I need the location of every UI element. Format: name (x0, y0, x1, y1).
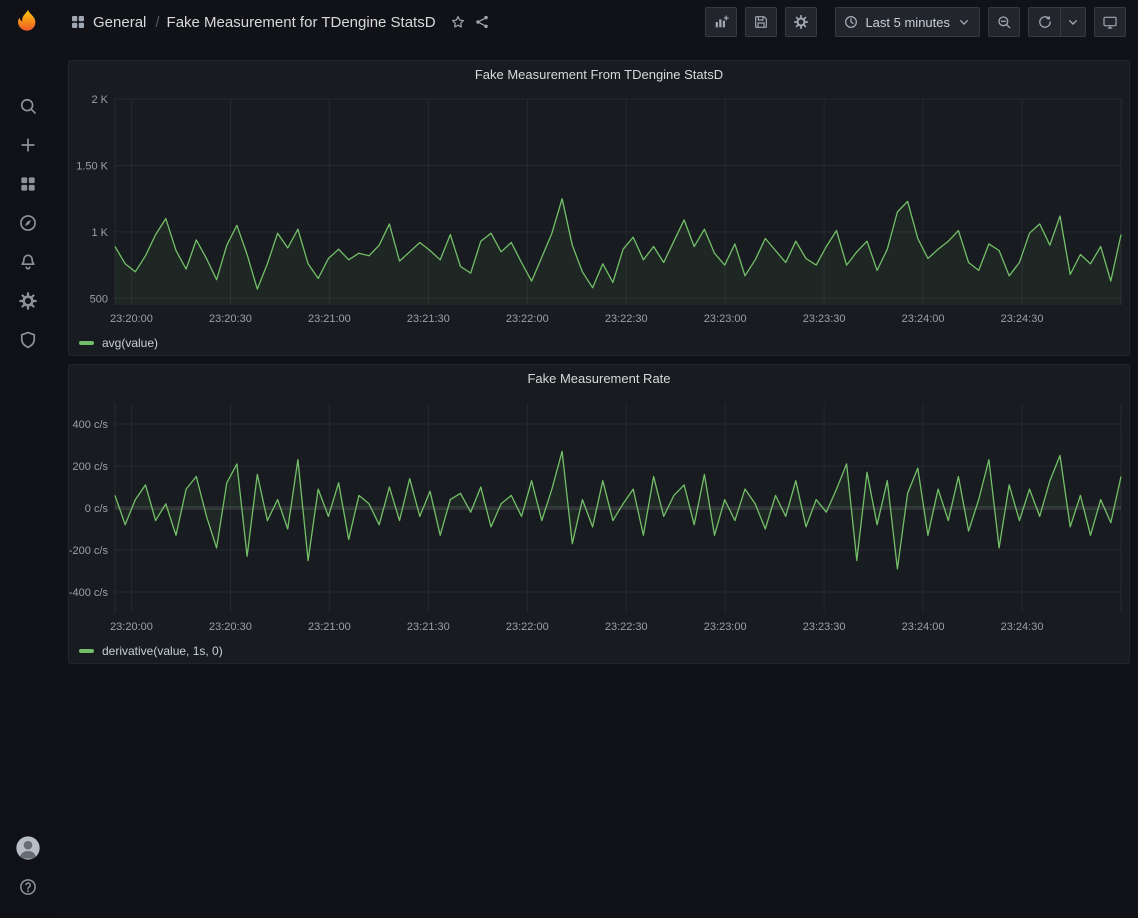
main-area: General / Fake Measurement for TDengine … (55, 0, 1138, 918)
plus-icon (18, 135, 38, 155)
time-series-chart[interactable]: 23:20:00 23:20:30 23:21:00 23:21:30 23:22:00… (69, 89, 1129, 331)
star-dashboard-button[interactable] (446, 10, 470, 34)
save-dashboard-button[interactable] (745, 7, 777, 37)
sidebar-bottom (0, 828, 55, 918)
refresh-icon (1037, 14, 1053, 30)
share-dashboard-button[interactable] (470, 10, 494, 34)
refresh-button-group (1028, 7, 1086, 37)
search-icon (18, 96, 38, 116)
share-icon (474, 14, 490, 30)
sidebar-item-search[interactable] (0, 86, 55, 125)
svg-text:23:22:00: 23:22:00 (506, 621, 549, 633)
breadcrumb-section[interactable]: General (91, 14, 148, 31)
chart-svg: 23:20:00 23:20:30 23:21:00 23:21:30 23:22:00… (69, 89, 1129, 331)
sidebar-item-alerting[interactable] (0, 242, 55, 281)
svg-text:200 c/s: 200 c/s (73, 461, 109, 473)
legend-label[interactable]: derivative(value, 1s, 0) (102, 644, 223, 658)
dashboard-settings-button[interactable] (785, 7, 817, 37)
sidebar-item-configuration[interactable] (0, 281, 55, 320)
compass-icon (18, 213, 38, 233)
zoom-out-icon (996, 14, 1012, 30)
svg-text:-400 c/s: -400 c/s (69, 587, 108, 599)
svg-text:23:20:30: 23:20:30 (209, 313, 252, 325)
dashboards-folder-button[interactable] (65, 9, 91, 35)
dashboard-navbar: General / Fake Measurement for TDengine … (55, 0, 1138, 44)
svg-text:23:23:00: 23:23:00 (704, 621, 747, 633)
legend-swatch (79, 649, 94, 653)
legend-swatch (79, 341, 94, 345)
gear-icon (793, 14, 809, 30)
dashboards-grid-icon (69, 13, 87, 31)
navbar-actions: Last 5 minutes (705, 7, 1126, 37)
svg-text:23:21:30: 23:21:30 (407, 313, 450, 325)
add-panel-button[interactable] (705, 7, 737, 37)
add-panel-icon (713, 14, 729, 30)
sidebar-item-explore[interactable] (0, 203, 55, 242)
save-icon (753, 14, 769, 30)
svg-text:500: 500 (90, 293, 108, 305)
question-circle-icon (18, 877, 38, 897)
time-series-chart[interactable]: 23:20:00 23:20:30 23:21:00 23:21:30 23:22:00… (69, 393, 1129, 639)
svg-text:23:21:00: 23:21:00 (308, 313, 351, 325)
grafana-app: General / Fake Measurement for TDengine … (0, 0, 1138, 918)
sidebar-item-create[interactable] (0, 125, 55, 164)
panel-fake-measurement-rate: Fake Measurement Rate 23:20:0023:20:3023… (68, 364, 1130, 664)
svg-text:23:24:30: 23:24:30 (1001, 621, 1044, 633)
time-picker-button[interactable]: Last 5 minutes (835, 7, 980, 37)
svg-text:23:20:00: 23:20:00 (110, 313, 153, 325)
chevron-down-icon (956, 14, 972, 30)
svg-text:23:20:30: 23:20:30 (209, 621, 252, 633)
grafana-logo[interactable] (0, 0, 55, 44)
sidebar-menu (0, 86, 55, 359)
sidebar-item-server-admin[interactable] (0, 320, 55, 359)
user-avatar-icon (14, 834, 42, 862)
dashboards-grid-icon (18, 174, 38, 194)
sidebar-item-help[interactable] (0, 867, 55, 906)
legend: avg(value) (69, 331, 1129, 355)
sidebar (0, 0, 55, 918)
svg-text:2 K: 2 K (91, 94, 108, 106)
svg-text:23:20:00: 23:20:00 (110, 621, 153, 633)
bell-icon (18, 252, 38, 272)
svg-text:23:21:00: 23:21:00 (308, 621, 351, 633)
breadcrumb-separator: / (155, 14, 159, 31)
panel-title[interactable]: Fake Measurement Rate (69, 365, 1129, 393)
star-icon (450, 14, 466, 30)
page-title: Fake Measurement for TDengine StatsD (167, 14, 436, 31)
refresh-button[interactable] (1028, 7, 1060, 37)
svg-text:400 c/s: 400 c/s (73, 419, 109, 431)
panel-title[interactable]: Fake Measurement From TDengine StatsD (69, 61, 1129, 89)
shield-icon (18, 330, 38, 350)
svg-text:23:24:00: 23:24:00 (902, 313, 945, 325)
svg-text:23:22:00: 23:22:00 (506, 313, 549, 325)
svg-text:23:24:00: 23:24:00 (902, 621, 945, 633)
gear-icon (18, 291, 38, 311)
grafana-logo-icon (14, 8, 42, 36)
svg-text:23:23:30: 23:23:30 (803, 313, 846, 325)
svg-text:1.50 K: 1.50 K (76, 160, 108, 172)
refresh-interval-button[interactable] (1060, 7, 1086, 37)
kiosk-mode-button[interactable] (1094, 7, 1126, 37)
sidebar-item-dashboards[interactable] (0, 164, 55, 203)
svg-text:23:23:30: 23:23:30 (803, 621, 846, 633)
sidebar-item-profile[interactable] (0, 828, 55, 867)
clock-icon (843, 14, 859, 30)
panel-fake-measurement: Fake Measurement From TDengine StatsD 23… (68, 60, 1130, 356)
svg-text:0 c/s: 0 c/s (85, 503, 109, 515)
legend-label[interactable]: avg(value) (102, 336, 158, 350)
dashboard-content: Fake Measurement From TDengine StatsD 23… (55, 44, 1138, 918)
monitor-icon (1102, 14, 1118, 30)
chart-svg: 23:20:00 23:20:30 23:21:00 23:21:30 23:22:00… (69, 393, 1129, 639)
svg-text:23:24:30: 23:24:30 (1001, 313, 1044, 325)
zoom-out-button[interactable] (988, 7, 1020, 37)
svg-text:23:23:00: 23:23:00 (704, 313, 747, 325)
svg-text:-200 c/s: -200 c/s (69, 545, 108, 557)
svg-text:23:22:30: 23:22:30 (605, 313, 648, 325)
chevron-down-icon (1065, 14, 1081, 30)
svg-text:23:21:30: 23:21:30 (407, 621, 450, 633)
svg-text:23:22:30: 23:22:30 (605, 621, 648, 633)
svg-text:1 K: 1 K (91, 227, 108, 239)
time-range-label: Last 5 minutes (865, 15, 950, 30)
legend: derivative(value, 1s, 0) (69, 639, 1129, 663)
